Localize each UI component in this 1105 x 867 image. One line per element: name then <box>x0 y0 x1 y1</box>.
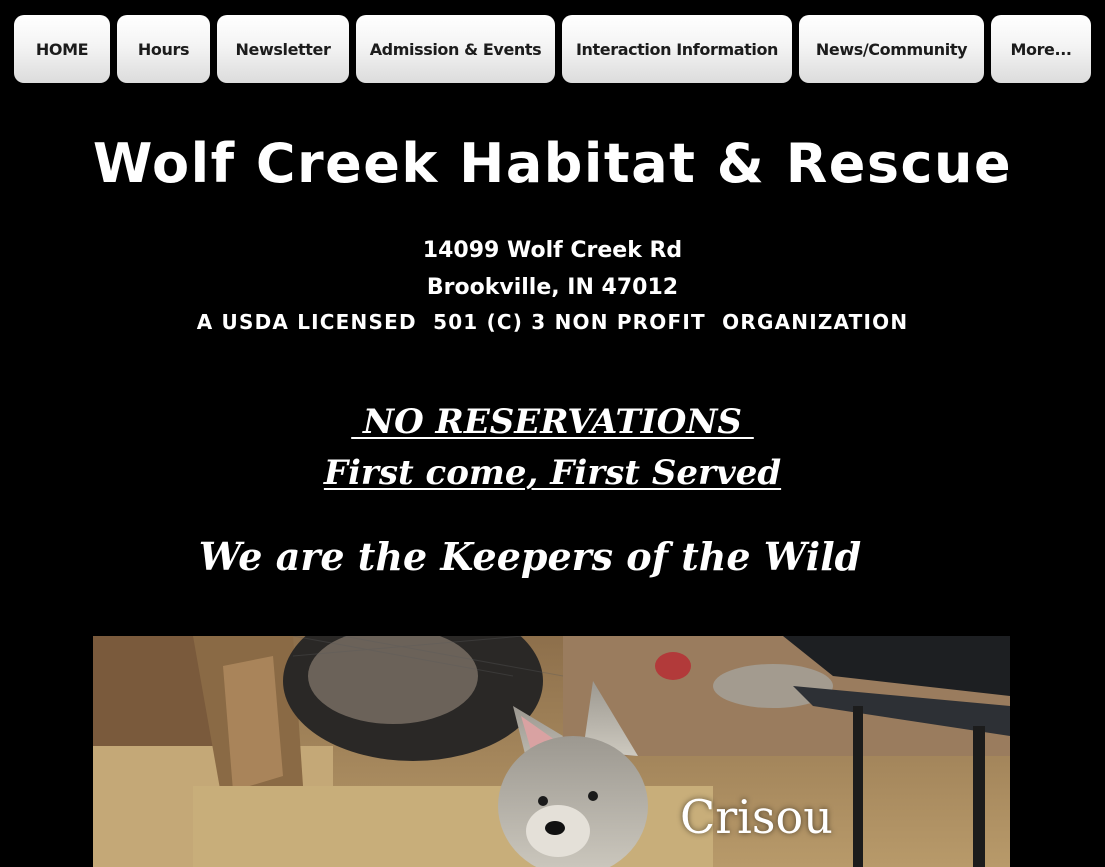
nav-hours[interactable]: Hours <box>117 15 210 83</box>
photo-scene <box>93 636 1010 867</box>
nav-news-community[interactable]: News/Community <box>799 15 984 83</box>
wolf-pup-photo: Crisou <box>93 636 1010 867</box>
nav-interaction-information[interactable]: Interaction Information <box>562 15 792 83</box>
main-nav: HOME Hours Newsletter Admission & Events… <box>14 15 1091 83</box>
nav-newsletter[interactable]: Newsletter <box>217 15 349 83</box>
nav-home[interactable]: HOME <box>14 15 110 83</box>
nav-more[interactable]: More... <box>991 15 1091 83</box>
tagline: We are the Keepers of the Wild <box>198 534 862 579</box>
photo-caption: Crisou <box>680 790 833 844</box>
first-come-notice: First come, First Served <box>323 453 782 493</box>
address-city: Brookville, IN 47012 <box>426 275 679 300</box>
address-street: 14099 Wolf Creek Rd <box>422 238 683 263</box>
no-reservations-notice: NO RESERVATIONS <box>351 402 754 442</box>
license-statement: A USDA LICENSED 501 (C) 3 NON PROFIT ORG… <box>196 310 909 334</box>
site-title: Wolf Creek Habitat & Rescue <box>92 132 1013 195</box>
nav-admission-events[interactable]: Admission & Events <box>356 15 555 83</box>
